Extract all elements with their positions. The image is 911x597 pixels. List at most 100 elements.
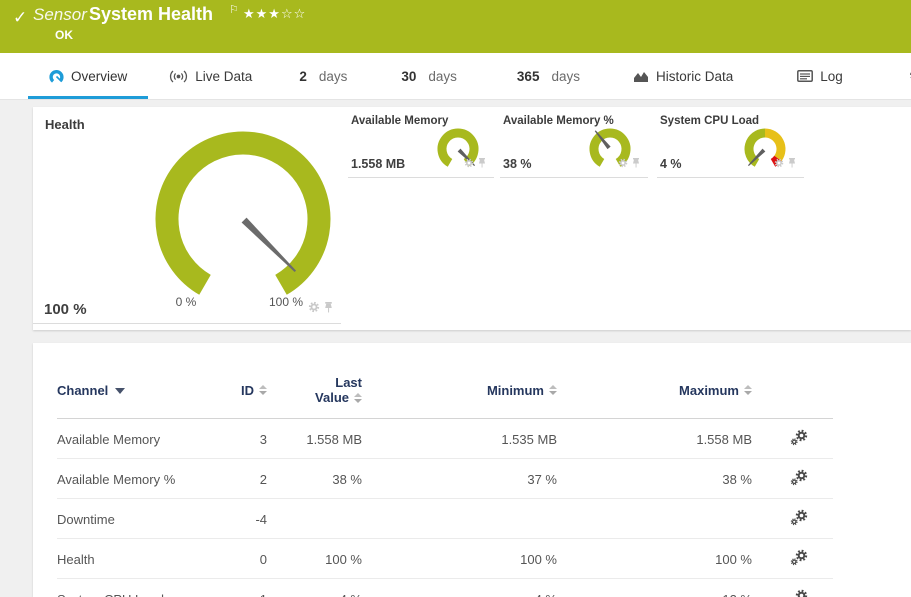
- panel-gear-icon[interactable]: [774, 155, 784, 173]
- page-title: System Health: [89, 4, 213, 25]
- cell-min: 4 %: [362, 579, 557, 597]
- column-label: Channel: [57, 383, 108, 398]
- cell-min: [362, 499, 557, 539]
- cell-name: Downtime: [57, 499, 207, 539]
- column-header-channel[interactable]: Channel: [57, 375, 207, 419]
- cell-name: System CPU Load: [57, 579, 207, 597]
- cell-min: 37 %: [362, 459, 557, 499]
- tab-label: Overview: [71, 69, 127, 84]
- column-header-id[interactable]: ID: [207, 375, 267, 419]
- tab-label: days: [319, 69, 348, 84]
- tab-label: days: [551, 69, 580, 84]
- tab-label: Log: [820, 69, 843, 84]
- live-data-icon: [169, 70, 188, 83]
- sort-icon: [354, 393, 362, 403]
- tab-label: Historic Data: [656, 69, 733, 84]
- cell-name: Available Memory %: [57, 459, 207, 499]
- cell-max: 1.558 MB: [557, 419, 752, 459]
- cell-max: 100 %: [557, 539, 752, 579]
- column-header-maximum[interactable]: Maximum: [557, 375, 752, 419]
- gauge-panel-available-memory[interactable]: Available Memory 1.558 MB: [348, 107, 494, 178]
- cell-id: 0: [207, 539, 267, 579]
- table-row[interactable]: Available Memory31.558 MB1.535 MB1.558 M…: [57, 419, 833, 459]
- gauge-min-label: 0 %: [169, 295, 203, 309]
- gauge-value: 100 %: [44, 301, 87, 318]
- cell-name: Health: [57, 539, 207, 579]
- cell-max: 38 %: [557, 459, 752, 499]
- gauge-panel-health[interactable]: Health 0 % 100 % 100 %: [33, 107, 341, 324]
- gauge-value: 1.558 MB: [351, 157, 405, 171]
- cell-min: 1.535 MB: [362, 419, 557, 459]
- tab-number: 30: [401, 69, 416, 84]
- channel-settings-icon[interactable]: [752, 539, 833, 579]
- status-badge: OK: [55, 28, 73, 42]
- cell-name: Available Memory: [57, 419, 207, 459]
- channel-settings-icon[interactable]: [752, 419, 833, 459]
- gauge-panel-available-memory-pct[interactable]: Available Memory % 38 %: [500, 107, 648, 178]
- tab-live-data[interactable]: Live Data: [148, 53, 273, 99]
- cell-id: -4: [207, 499, 267, 539]
- tab-historic-data[interactable]: Historic Data: [612, 53, 754, 99]
- tab-overview[interactable]: Overview: [28, 53, 148, 99]
- panel-gear-icon[interactable]: [464, 155, 474, 173]
- gauge-panel-system-cpu-load[interactable]: System CPU Load 4 %: [657, 107, 804, 178]
- panel-pin-icon[interactable]: [324, 300, 333, 318]
- tab-log[interactable]: Log: [776, 53, 864, 99]
- gauge-title: Health: [45, 117, 85, 132]
- ok-check-icon: ✓: [13, 8, 27, 28]
- priority-flag-icon[interactable]: ⚐: [229, 3, 239, 16]
- channel-table-card: Channel ID Last Value Minimum Maximum Av…: [33, 343, 911, 597]
- sensor-status-header: ✓ Sensor System Health ⚐ ★★★☆☆ OK: [0, 0, 911, 53]
- tab-label: Live Data: [195, 69, 252, 84]
- priority-stars[interactable]: ★★★☆☆: [243, 6, 306, 22]
- column-header-actions: [752, 375, 833, 419]
- cell-max: 12 %: [557, 579, 752, 597]
- tab-30-days[interactable]: 30days: [387, 53, 471, 99]
- cell-id: 2: [207, 459, 267, 499]
- column-label: Maximum: [679, 383, 739, 398]
- tab-2-days[interactable]: 2 days: [285, 53, 361, 99]
- panel-pin-icon[interactable]: [478, 155, 486, 173]
- cell-last: 1.558 MB: [267, 419, 362, 459]
- table-row[interactable]: Available Memory %238 %37 %38 %: [57, 459, 833, 499]
- gauge-value: 38 %: [503, 157, 532, 171]
- channel-settings-icon[interactable]: [752, 459, 833, 499]
- gauge-max-label: 100 %: [261, 295, 311, 309]
- cell-id: 1: [207, 579, 267, 597]
- tab-settings[interactable]: Settings: [888, 53, 911, 99]
- table-row[interactable]: System CPU Load14 %4 %12 %: [57, 579, 833, 597]
- cell-last: [267, 499, 362, 539]
- panel-pin-icon[interactable]: [632, 155, 640, 173]
- tab-number: 2: [299, 69, 307, 84]
- column-label: Minimum: [487, 383, 544, 398]
- historic-chart-icon: [633, 70, 649, 83]
- gauge-icon: [49, 69, 64, 84]
- gauge-value: 4 %: [660, 157, 682, 171]
- log-icon: [797, 70, 813, 82]
- channel-table-body: Available Memory31.558 MB1.535 MB1.558 M…: [57, 419, 833, 597]
- tab-number: 365: [517, 69, 540, 84]
- channel-settings-icon[interactable]: [752, 579, 833, 597]
- column-header-last-value[interactable]: Last Value: [267, 375, 362, 419]
- sort-icon: [259, 385, 267, 395]
- cell-last: 38 %: [267, 459, 362, 499]
- tab-365-days[interactable]: 365 days: [503, 53, 594, 99]
- tab-bar: Overview Live Data 2days 30days 365days …: [0, 53, 911, 100]
- channel-settings-icon[interactable]: [752, 499, 833, 539]
- panel-gear-icon[interactable]: [308, 300, 320, 318]
- column-header-minimum[interactable]: Minimum: [362, 375, 557, 419]
- table-row[interactable]: Downtime-4: [57, 499, 833, 539]
- cell-min: 100 %: [362, 539, 557, 579]
- table-row[interactable]: Health0100 %100 %100 %: [57, 539, 833, 579]
- cell-id: 3: [207, 419, 267, 459]
- column-label: Value: [315, 390, 349, 405]
- object-kind-label: Sensor: [33, 5, 87, 25]
- cell-last: 100 %: [267, 539, 362, 579]
- health-gauge: [133, 111, 353, 311]
- sort-caret-icon: [115, 388, 125, 394]
- panel-gear-icon[interactable]: [618, 155, 628, 173]
- panel-pin-icon[interactable]: [788, 155, 796, 173]
- sort-icon: [744, 385, 752, 395]
- channel-table: Channel ID Last Value Minimum Maximum Av…: [57, 375, 833, 597]
- sort-icon: [549, 385, 557, 395]
